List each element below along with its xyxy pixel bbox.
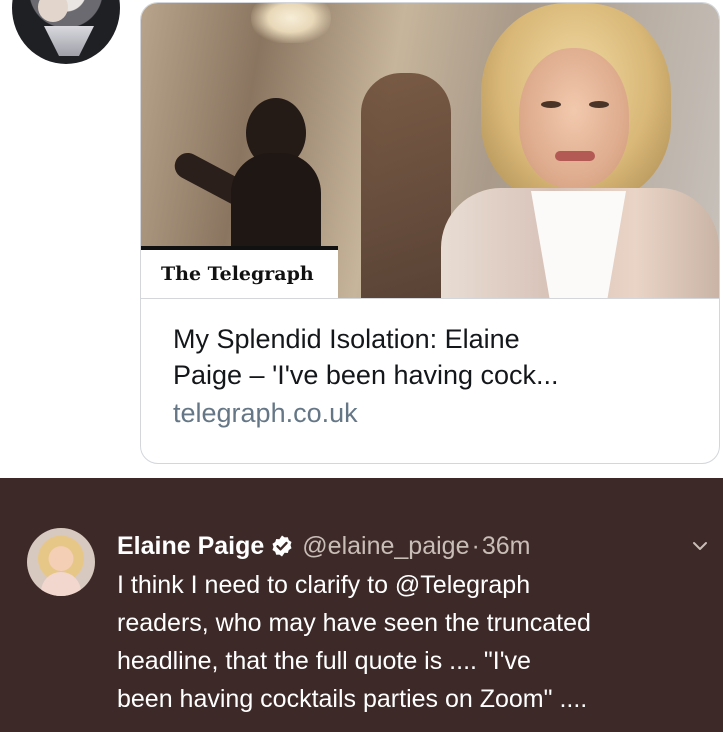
article-image[interactable]: The Telegraph: [141, 3, 719, 298]
user-avatar-top[interactable]: [12, 0, 120, 64]
portrait-lips: [555, 151, 595, 161]
tweet-text-line: readers, who may have seen the truncated: [117, 609, 591, 637]
chevron-down-icon[interactable]: [690, 536, 710, 556]
avatar-face: [38, 0, 68, 22]
tweet-text-line: been having cocktails parties on Zoom" .…: [117, 685, 588, 713]
tweet-text-line: headline, that the full quote is .... "I…: [117, 647, 531, 675]
top-section: The Telegraph My Splendid Isolation: Ela…: [0, 0, 723, 478]
tweet-avatar-body: [41, 572, 81, 596]
portrait-face: [519, 48, 629, 188]
article-domain: telegraph.co.uk: [173, 398, 358, 428]
lamp-glow: [251, 3, 331, 43]
avatar-collar: [44, 26, 94, 56]
meta-separator: ·: [471, 531, 480, 560]
tweet[interactable]: Elaine Paige @elaine_paige · 36m I think…: [0, 478, 723, 732]
user-handle[interactable]: @elaine_paige: [302, 532, 469, 561]
display-name[interactable]: Elaine Paige: [117, 532, 264, 561]
tweet-timestamp[interactable]: 36m: [482, 532, 531, 561]
article-title-line: Paige – 'I've been having cock...: [173, 360, 559, 390]
article-title[interactable]: My Splendid Isolation: Elaine Paige – 'I…: [173, 321, 703, 393]
tweet-text-line: I think I need to clarify to @Telegraph: [117, 571, 531, 599]
tweet-avatar[interactable]: [27, 528, 95, 596]
portrait-eye: [541, 101, 561, 108]
tweet-text: I think I need to clarify to @Telegraph …: [117, 566, 717, 718]
source-logo: The Telegraph: [141, 246, 338, 298]
card-body[interactable]: My Splendid Isolation: Elaine Paige – 'I…: [141, 298, 719, 463]
portrait-eye: [589, 101, 609, 108]
tweet-header: Elaine Paige @elaine_paige · 36m: [117, 528, 530, 564]
background-figure: [361, 73, 451, 298]
article-title-line: My Splendid Isolation: Elaine: [173, 324, 520, 354]
portrait: [441, 3, 719, 298]
verified-badge-icon: [272, 535, 292, 557]
link-preview-card[interactable]: The Telegraph My Splendid Isolation: Ela…: [140, 2, 720, 464]
